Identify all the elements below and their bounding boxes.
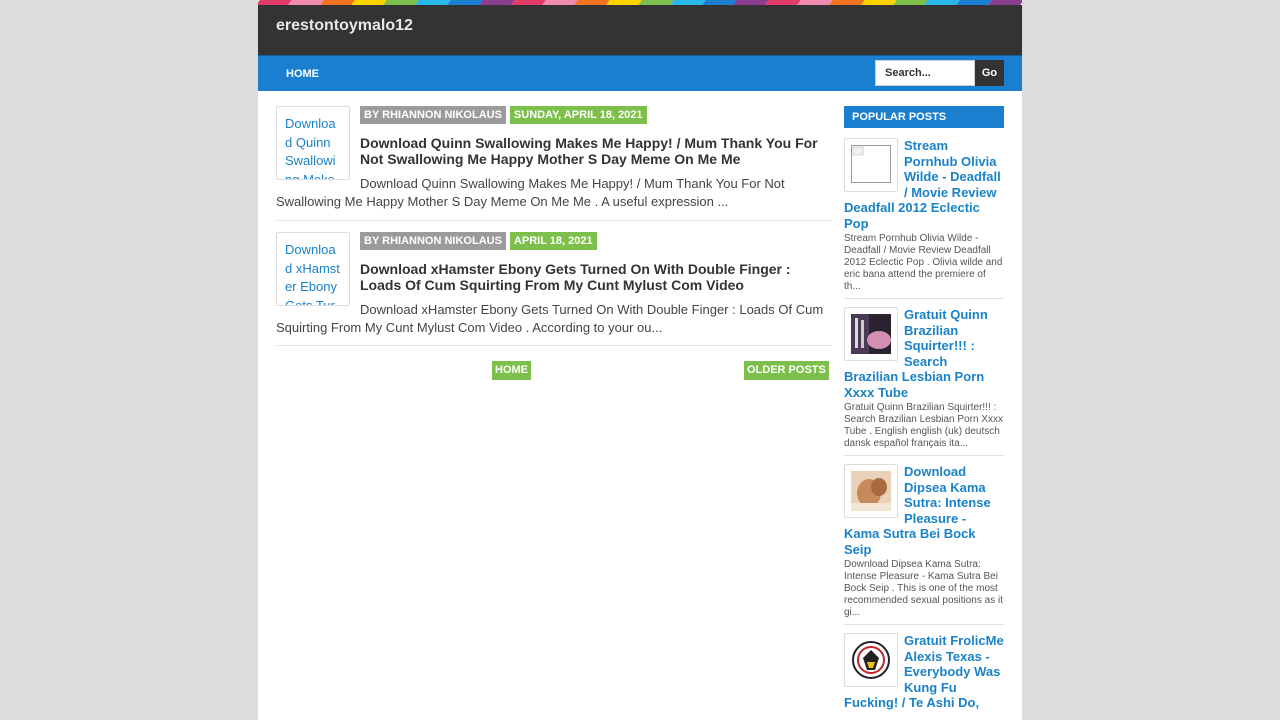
popular-post-snippet: Download Dipsea Kama Sutra: Intense Plea… [844, 559, 1003, 618]
popular-post-divider [844, 624, 1004, 625]
search-input[interactable] [875, 60, 975, 86]
popular-post-item: Gratuit Quinn Brazilian Squirter!!! : Se… [844, 307, 1004, 456]
post-thumbnail[interactable]: Download xHamster Ebony Gets Turned [276, 232, 350, 306]
broken-image-icon [851, 145, 891, 183]
popular-post-item: Stream Pornhub Olivia Wilde - Deadfall /… [844, 138, 1004, 299]
post-item: Download xHamster Ebony Gets Turned BY R… [276, 232, 831, 352]
site-title[interactable]: erestontoymalo12 [276, 17, 413, 35]
popular-post-snippet: Gratuit Quinn Brazilian Squirter!!! : Se… [844, 402, 1003, 449]
popular-post-item: Download Dipsea Kama Sutra: Intense Plea… [844, 464, 1004, 625]
popular-post-divider [844, 298, 1004, 299]
post-meta: BY RHIANNON NIKOLAUS APRIL 18, 2021 [360, 232, 597, 250]
post-divider [276, 345, 831, 346]
sidebar: POPULAR POSTS Stream Pornhub Olivia Wild… [844, 106, 1004, 711]
photo-thumbnail-icon [851, 471, 891, 511]
broken-image-alt-text[interactable]: Download Quinn Swallowing Makes [285, 115, 341, 179]
page-wrapper: erestontoymalo12 HOME Go Download Quinn … [258, 0, 1022, 720]
post-excerpt: Download Quinn Swallowing Makes Me Happy… [276, 176, 785, 209]
popular-post-thumbnail[interactable] [844, 307, 898, 361]
popular-post-thumbnail[interactable] [844, 464, 898, 518]
popular-post-snippet: Stream Pornhub Olivia Wilde - Deadfall /… [844, 233, 1003, 292]
site-header: erestontoymalo12 [258, 5, 1022, 55]
author-badge[interactable]: BY RHIANNON NIKOLAUS [360, 232, 506, 250]
nav-bar: HOME Go [258, 55, 1022, 91]
post-thumbnail[interactable]: Download Quinn Swallowing Makes [276, 106, 350, 180]
pager-home-link[interactable]: HOME [492, 361, 531, 380]
search-go-button[interactable]: Go [975, 60, 1004, 86]
photo-thumbnail-icon [851, 314, 891, 354]
post-excerpt: Download xHamster Ebony Gets Turned On W… [276, 302, 824, 335]
date-badge: APRIL 18, 2021 [509, 232, 597, 250]
popular-post-thumbnail[interactable] [844, 138, 898, 192]
older-posts-link[interactable]: OLDER POSTS [744, 361, 829, 380]
author-badge[interactable]: BY RHIANNON NIKOLAUS [360, 106, 506, 124]
logo-thumbnail-icon [851, 640, 891, 680]
post-title-link[interactable]: Download xHamster Ebony Gets Turned On W… [360, 261, 830, 293]
date-badge: SUNDAY, APRIL 18, 2021 [509, 106, 647, 124]
popular-posts-heading: POPULAR POSTS [844, 106, 1004, 128]
popular-post-divider [844, 455, 1004, 456]
post-item: Download Quinn Swallowing Makes BY RHIAN… [276, 106, 831, 226]
post-title-link[interactable]: Download Quinn Swallowing Makes Me Happy… [360, 135, 830, 167]
popular-post-thumbnail[interactable] [844, 633, 898, 687]
post-meta: BY RHIANNON NIKOLAUS SUNDAY, APRIL 18, 2… [360, 106, 647, 124]
post-divider [276, 220, 831, 221]
popular-post-item: Gratuit FrolicMe Alexis Texas - Everybod… [844, 633, 1004, 711]
nav-home-link[interactable]: HOME [276, 62, 329, 86]
broken-image-alt-text[interactable]: Download xHamster Ebony Gets Turned [285, 241, 341, 305]
